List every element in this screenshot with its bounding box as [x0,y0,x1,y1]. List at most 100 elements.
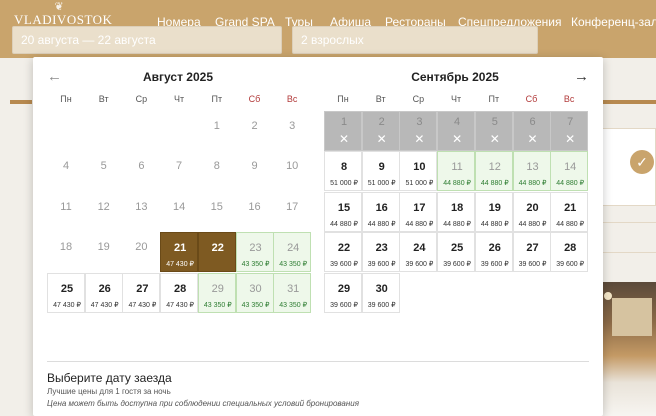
calendar-day[interactable]: 24 39 600 ₽ [399,232,438,273]
calendar-day[interactable]: 28 39 600 ₽ [550,232,589,273]
calendar-day[interactable]: 29 39 600 ₽ [324,272,362,313]
day-price: 39 600 ₽ [443,261,471,269]
calendar-day[interactable]: 27 47 430 ₽ [122,272,161,313]
calendar-day: 4 [47,151,85,191]
calendar-day: 6 [122,151,160,191]
calendar-day[interactable]: 20 44 880 ₽ [512,191,551,232]
calendar-day[interactable]: 11 44 880 ₽ [437,151,476,192]
day-price: 44 880 ₽ [518,220,547,228]
day-number: 14 [564,161,577,174]
weekday-label: Ср [135,94,148,104]
calendar-day: 2 ✕ [361,111,400,151]
calendar-day[interactable]: 13 44 880 ₽ [512,151,551,192]
calendar-day[interactable]: 22 [197,232,236,273]
calendar-day: 18 [47,232,85,272]
day-price: 47 430 ₽ [90,301,119,309]
day-price: 44 880 ₽ [443,180,471,188]
calendar-day[interactable]: 10 51 000 ₽ [399,151,438,192]
day-number: 5 [100,160,107,173]
day-number: 10 [413,161,426,174]
footer-title: Выберите дату заезда [47,371,172,385]
calendar-day: 11 [47,192,85,232]
day-number: 27 [526,242,539,255]
calendar-day[interactable]: 21 47 430 ₽ [160,232,199,273]
calendar-day[interactable]: 21 44 880 ₽ [550,191,589,232]
calendar-day[interactable]: 29 43 350 ₽ [197,272,236,313]
nav-item-conference[interactable]: Конференц-залы [571,15,656,29]
calendar-day[interactable]: 25 47 430 ₽ [47,272,85,313]
day-number: 2 [378,116,385,128]
calendar-day[interactable]: 8 51 000 ₽ [324,151,362,192]
footer-note: Цена может быть доступна при соблюдении … [47,399,360,408]
calendar-day[interactable]: 27 39 600 ₽ [512,232,551,273]
day-price: 44 880 ₽ [443,220,471,228]
dates-field[interactable]: 20 августа — 22 августа [12,26,282,54]
calendar-day[interactable]: 31 43 350 ₽ [273,272,312,313]
calendar-day[interactable]: 19 44 880 ₽ [474,191,513,232]
day-number: 4 [62,160,70,173]
calendar-day[interactable]: 14 44 880 ₽ [550,151,589,192]
calendar-day[interactable]: 26 39 600 ₽ [474,232,513,273]
day-price: 44 880 ₽ [556,220,585,228]
calendar-day[interactable]: 23 43 350 ₽ [235,232,274,273]
footer-divider [47,361,589,362]
month-title: Август 2025 [143,70,213,84]
day-number: 10 [286,160,299,173]
guests-field[interactable]: 2 взрослых [292,26,538,54]
day-price: 39 600 ₽ [480,261,509,269]
day-number: 24 [287,242,300,255]
day-price: 44 880 ₽ [367,220,396,228]
weekday-label: Сб [248,94,261,104]
day-number: 23 [375,242,388,255]
calendar-day[interactable]: 17 44 880 ₽ [399,191,438,232]
calendar-day: 19 [85,232,123,272]
photo-window [612,298,652,336]
unavailable-icon: ✕ [452,132,463,146]
calendar-day[interactable]: 16 44 880 ₽ [361,191,400,232]
calendar-day[interactable]: 12 44 880 ₽ [474,151,513,192]
calendar-day[interactable]: 23 39 600 ₽ [361,232,400,273]
check-icon[interactable]: ✓ [630,150,654,174]
calendar-day[interactable]: 9 51 000 ₽ [361,151,400,192]
day-number: 22 [337,242,351,255]
logo-emblem-icon: ❦ [54,1,64,13]
day-number: 9 [378,161,385,174]
calendar-day: 20 [122,232,160,272]
calendar-day: 5 [85,151,123,191]
calendar-day[interactable]: 22 39 600 ₽ [324,232,362,273]
calendar-day[interactable]: 30 39 600 ₽ [361,272,400,313]
day-number: 17 [413,201,426,214]
month-title: Сентябрь 2025 [411,70,499,84]
side-divider [602,222,656,223]
day-number: 30 [375,282,388,295]
day-number: 3 [289,120,296,132]
day-price: 43 350 ₽ [241,301,270,309]
calendar-day[interactable]: 26 47 430 ₽ [84,272,123,313]
calendar-day[interactable]: 15 44 880 ₽ [324,191,362,232]
day-price: 43 350 ₽ [279,301,308,309]
calendar-day[interactable]: 30 43 350 ₽ [235,272,274,313]
calendar-day[interactable]: 18 44 880 ₽ [437,191,476,232]
day-price: 44 880 ₽ [518,180,547,188]
day-price: 44 880 ₽ [480,220,509,228]
unavailable-icon: ✕ [414,132,425,146]
weekday-label: Ср [412,94,425,104]
day-number: 18 [450,201,464,214]
day-number: 1 [213,120,220,132]
room-photo [602,282,656,416]
calendar-day: 2 [236,111,274,151]
day-price: 39 600 ₽ [556,261,585,269]
day-number: 25 [60,282,74,295]
divider-right [600,100,656,104]
calendar-day[interactable]: 28 47 430 ₽ [160,272,199,313]
day-number: 8 [213,160,220,173]
day-number: 7 [567,116,574,128]
day-number: 11 [451,161,463,174]
calendar-day: 3 ✕ [399,111,438,151]
calendar-day: 13 [122,192,160,232]
unavailable-icon: ✕ [565,132,576,146]
day-number: 13 [526,161,539,174]
calendar-day[interactable]: 25 39 600 ₽ [437,232,476,273]
calendar-day[interactable]: 24 43 350 ₽ [273,232,312,273]
calendar-day: 9 [236,151,274,191]
